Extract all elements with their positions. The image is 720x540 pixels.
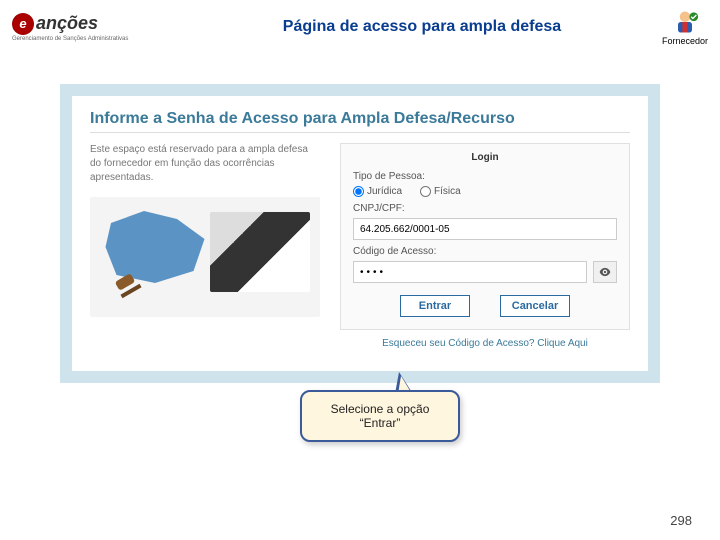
page-title: Página de acesso para ampla defesa	[182, 18, 662, 36]
gavel-icon	[110, 269, 150, 309]
page-number: 298	[670, 513, 692, 528]
supplier-label: Fornecedor	[662, 36, 708, 46]
enter-button[interactable]: Entrar	[400, 295, 470, 317]
divider	[90, 132, 630, 133]
logo-subtitle: Gerenciamento de Sanções Administrativas	[12, 36, 182, 42]
show-password-button[interactable]	[593, 261, 617, 283]
panel-right: Login Tipo de Pessoa: Jurídica Física CN…	[340, 143, 630, 349]
logo-e-icon: e	[12, 13, 34, 35]
radio-fisica[interactable]	[420, 186, 431, 197]
login-heading: Login	[353, 152, 617, 163]
eye-icon	[598, 265, 612, 279]
radio-fisica-label[interactable]: Física	[420, 186, 461, 197]
code-input[interactable]	[353, 261, 587, 283]
logo: e anções Gerenciamento de Sanções Admini…	[12, 9, 182, 45]
cancel-button[interactable]: Cancelar	[500, 295, 570, 317]
radio-juridica-text: Jurídica	[367, 186, 402, 197]
panel-title: Informe a Senha de Acesso para Ampla Def…	[90, 110, 630, 128]
radio-fisica-text: Física	[434, 186, 461, 197]
callout-line-2: “Entrar”	[314, 416, 446, 430]
code-label: Código de Acesso:	[353, 246, 617, 257]
person-type-label: Tipo de Pessoa:	[353, 171, 617, 182]
header: e anções Gerenciamento de Sanções Admini…	[0, 0, 720, 54]
instruction-callout: Selecione a opção “Entrar”	[300, 390, 460, 442]
panel-description: Este espaço está reservado para a ampla …	[90, 143, 320, 185]
forgot-code-link[interactable]: Esqueceu seu Código de Acesso? Clique Aq…	[340, 338, 630, 349]
logo-text: anções	[36, 13, 98, 34]
access-panel: Informe a Senha de Acesso para Ampla Def…	[72, 96, 648, 371]
radio-juridica[interactable]	[353, 186, 364, 197]
cnpj-label: CNPJ/CPF:	[353, 203, 617, 214]
login-form: Login Tipo de Pessoa: Jurídica Física CN…	[340, 143, 630, 330]
supplier-badge: Fornecedor	[662, 8, 708, 46]
illustration	[90, 197, 320, 317]
radio-juridica-label[interactable]: Jurídica	[353, 186, 402, 197]
photo-icon	[210, 212, 310, 292]
callout-line-1: Selecione a opção	[314, 402, 446, 416]
access-panel-wrap: Informe a Senha de Acesso para Ampla Def…	[60, 84, 660, 383]
panel-left: Este espaço está reservado para a ampla …	[90, 143, 320, 349]
cnpj-input[interactable]	[353, 218, 617, 240]
supplier-icon	[671, 8, 699, 36]
